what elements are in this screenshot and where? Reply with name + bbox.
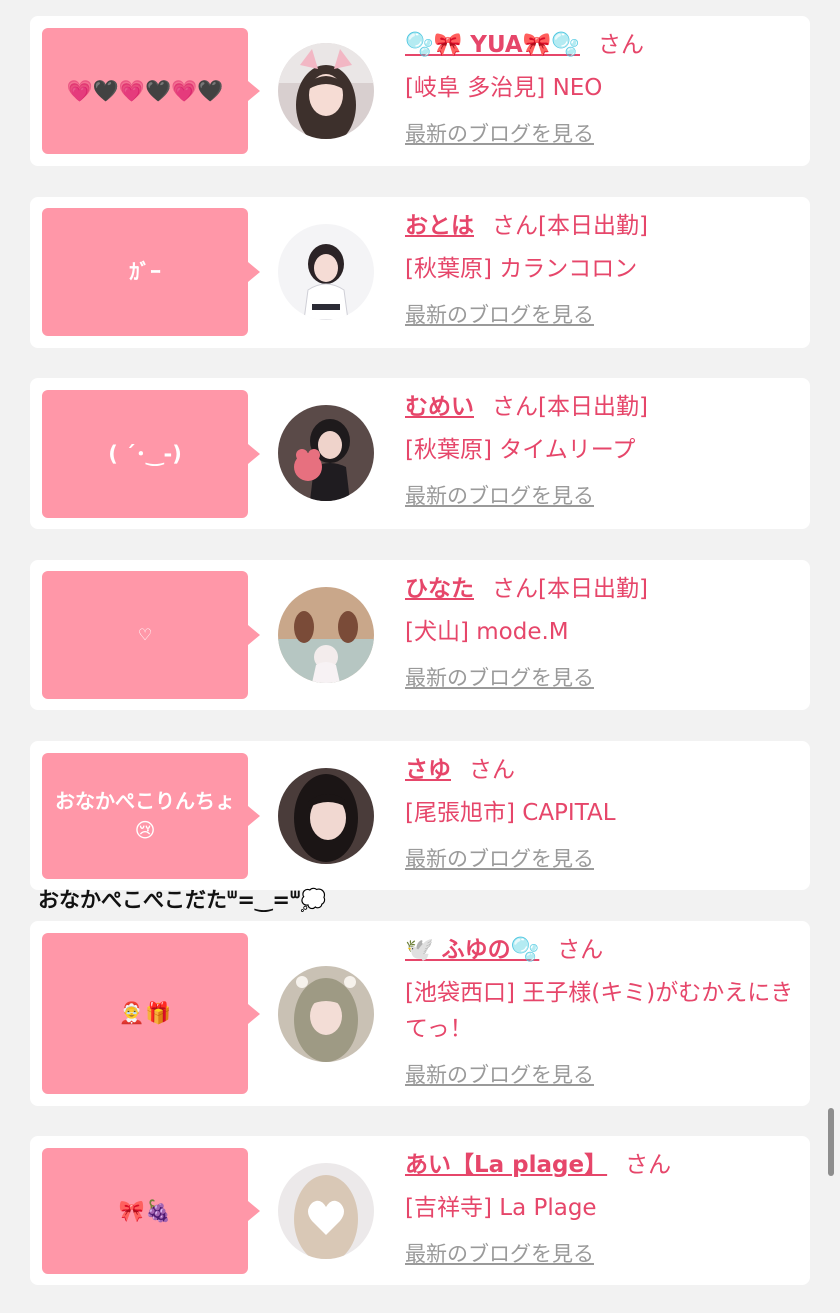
cast-name-link[interactable]: さゆ: [405, 757, 451, 783]
cast-card: 🤶🎁 🕊️ ふゆの🫧 さん [池袋西口] 王子様(キミ)がむかえにきてっ！ 最新の…: [30, 921, 810, 1106]
bubble-text: おなかぺこりんちょ😢: [55, 789, 235, 842]
honorific: さん: [597, 32, 644, 58]
avatar-photo-icon: [278, 1163, 374, 1259]
cast-info: 🫧🎀 YUA🎀🫧 さん [岐阜 多治見] NEO 最新のブログを見る: [405, 30, 794, 148]
status-text: [本日出勤]: [538, 213, 648, 239]
cast-info: むめい さん[本日出勤] [秋葉原] タイムリープ 最新のブログを見る: [405, 392, 794, 510]
bubble-text: ♡: [137, 625, 153, 645]
avatar-photo-icon: [278, 224, 374, 320]
name-line: 🫧🎀 YUA🎀🫧 さん: [405, 30, 794, 60]
speech-bubble: ♡: [42, 571, 260, 699]
avatar[interactable]: [278, 405, 374, 501]
speech-bubble: ｶﾞｰ: [42, 208, 260, 336]
bubble-text: ( ´･‿-): [108, 441, 182, 466]
cast-card: おなかぺこりんちょ😢 さゆ さん [尾張旭市] CAPITAL 最新のブログを見る: [30, 741, 810, 890]
honorific: さん: [492, 576, 538, 602]
speech-bubble: 🤶🎁: [42, 933, 260, 1094]
cast-card: ( ´･‿-) むめい さん[本日出勤] [秋葉原] タイムリープ 最新のブログを…: [30, 378, 810, 529]
honorific: さん: [492, 394, 538, 420]
avatar-photo-icon: [278, 405, 374, 501]
cast-card: 💗🖤💗🖤💗🖤 🫧🎀 YUA🎀🫧 さん [岐阜 多治見] NEO 最新のブログを見る: [30, 16, 810, 166]
honorific: さん: [469, 757, 515, 783]
honorific: さん: [625, 1152, 672, 1178]
cast-name-link[interactable]: あい【La plage】: [405, 1152, 607, 1178]
status-text: [本日出勤]: [538, 576, 648, 602]
cast-info: あい【La plage】 さん [吉祥寺] La Plage 最新のブログを見る: [405, 1150, 794, 1268]
blog-link[interactable]: 最新のブログを見る: [405, 299, 594, 329]
cast-name-link[interactable]: ひなた: [405, 576, 474, 602]
speech-bubble: ( ´･‿-): [42, 390, 260, 518]
honorific: さん: [492, 213, 538, 239]
speech-bubble: おなかぺこりんちょ😢: [42, 753, 260, 879]
shop-text: [尾張旭市] CAPITAL: [405, 800, 616, 826]
avatar[interactable]: [278, 43, 374, 139]
shop-text: [秋葉原] タイムリープ: [405, 437, 636, 463]
cast-name-link[interactable]: おとは: [405, 213, 474, 239]
interlude-text: おなかぺこぺこだたᐜ=‿=ᐜ💭: [38, 888, 327, 912]
cast-name-link[interactable]: 🕊️ ふゆの🫧: [405, 937, 539, 963]
blog-link[interactable]: 最新のブログを見る: [405, 662, 594, 692]
scrollbar-thumb[interactable]: [828, 1108, 834, 1176]
cast-info: さゆ さん [尾張旭市] CAPITAL 最新のブログを見る: [405, 755, 794, 873]
avatar[interactable]: [278, 1163, 374, 1259]
shop-text: [犬山] mode.M: [405, 619, 569, 645]
avatar-photo-icon: [278, 966, 374, 1062]
name-line: 🕊️ ふゆの🫧 さん: [405, 935, 794, 965]
avatar[interactable]: [278, 587, 374, 683]
cast-name-link[interactable]: 🫧🎀 YUA🎀🫧: [405, 32, 580, 58]
avatar-photo-icon: [278, 587, 374, 683]
shop-text: [池袋西口] 王子様(キミ)がむかえにきてっ！: [405, 980, 794, 1042]
bubble-text: ｶﾞｰ: [129, 259, 161, 284]
shop-text: [岐阜 多治見] NEO: [405, 75, 603, 101]
speech-bubble: 🎀🍇: [42, 1148, 260, 1274]
bubble-text: 🎀🍇: [118, 1198, 172, 1223]
cast-card: 🎀🍇 あい【La plage】 さん [吉祥寺] La Plage 最新のブログを…: [30, 1136, 810, 1285]
name-line: あい【La plage】 さん: [405, 1150, 794, 1180]
cast-name-link[interactable]: むめい: [405, 394, 474, 420]
speech-bubble: 💗🖤💗🖤💗🖤: [42, 28, 260, 154]
blog-link[interactable]: 最新のブログを見る: [405, 480, 594, 510]
cast-info: ひなた さん[本日出勤] [犬山] mode.M 最新のブログを見る: [405, 574, 794, 692]
honorific: さん: [557, 937, 604, 963]
avatar[interactable]: [278, 966, 374, 1062]
avatar-photo-icon: [278, 768, 374, 864]
shop-text: [秋葉原] カランコロン: [405, 256, 638, 282]
bubble-text: 💗🖤💗🖤💗🖤: [66, 78, 224, 103]
blog-link[interactable]: 最新のブログを見る: [405, 1238, 594, 1268]
status-text: [本日出勤]: [538, 394, 648, 420]
avatar[interactable]: [278, 224, 374, 320]
shop-text: [吉祥寺] La Plage: [405, 1195, 597, 1221]
name-line: さゆ さん: [405, 755, 794, 785]
cast-info: 🕊️ ふゆの🫧 さん [池袋西口] 王子様(キミ)がむかえにきてっ！ 最新のブログ…: [405, 935, 794, 1089]
avatar[interactable]: [278, 768, 374, 864]
blog-link[interactable]: 最新のブログを見る: [405, 843, 594, 873]
cast-card: ♡ ひなた さん[本日出勤] [犬山] mode.M 最新のブログを見る: [30, 560, 810, 710]
cast-card: ｶﾞｰ おとは さん[本日出勤] [秋葉原] カランコロン 最新のブログを見る: [30, 197, 810, 348]
bubble-text: 🤶🎁: [118, 1001, 172, 1026]
name-line: おとは さん[本日出勤]: [405, 211, 794, 241]
name-line: ひなた さん[本日出勤]: [405, 574, 794, 604]
cast-info: おとは さん[本日出勤] [秋葉原] カランコロン 最新のブログを見る: [405, 211, 794, 329]
blog-link[interactable]: 最新のブログを見る: [405, 1059, 594, 1089]
blog-link[interactable]: 最新のブログを見る: [405, 118, 594, 148]
name-line: むめい さん[本日出勤]: [405, 392, 794, 422]
avatar-photo-icon: [278, 43, 374, 139]
